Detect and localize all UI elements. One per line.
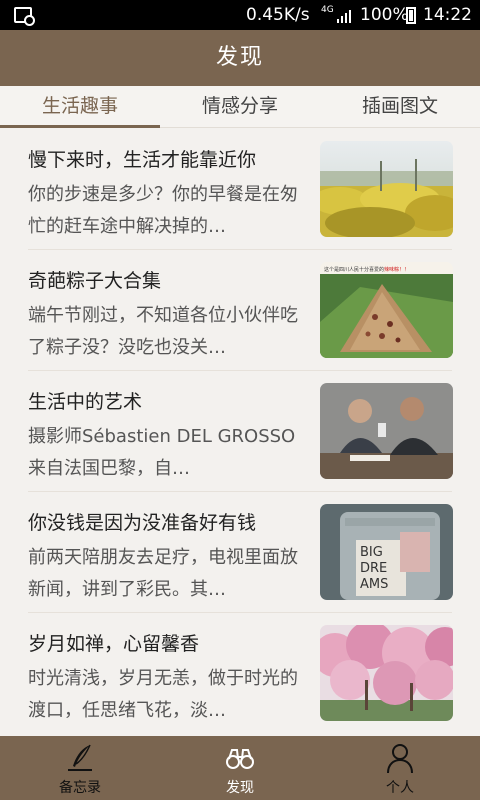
image-caption-highlight: 辣味粽！！ xyxy=(384,266,409,273)
binoculars-icon xyxy=(226,749,254,769)
article-item[interactable]: 慢下来时，生活才能靠近你 你的步速是多少？你的早餐是在匆忙的赶车途中解决掉的… xyxy=(0,129,480,250)
nav-profile[interactable]: 个人 xyxy=(320,736,480,800)
quill-icon xyxy=(68,744,92,771)
article-summary: 前两天陪朋友去足疗，电视里面放新闻，讲到了彩民。其… xyxy=(28,547,298,600)
clock: 14:22 xyxy=(423,5,472,25)
jar-label-line-1: BIG xyxy=(360,545,383,560)
svg-text:这个是四川人民十分喜爱的辣味粽！！: 这个是四川人民十分喜爱的辣味粽！！ xyxy=(324,266,409,273)
article-title: 生活中的艺术 xyxy=(28,391,143,413)
article-item[interactable]: 你没钱是因为没准备好有钱 前两天陪朋友去足疗，电视里面放新闻，讲到了彩民。其… … xyxy=(0,492,480,613)
person-icon xyxy=(387,744,413,774)
article-thumbnail: BIG DRE AMS xyxy=(320,504,453,600)
article-thumbnail: 这个是四川人民十分喜爱的辣味粽！！ xyxy=(320,262,453,358)
article-title: 慢下来时，生活才能靠近你 xyxy=(28,149,257,171)
image-caption: 这个是四川人民十分喜爱的 xyxy=(324,266,384,273)
status-bar: 0.45K/s 4G 100% 14:22 xyxy=(0,0,480,30)
nav-profile-label: 个人 xyxy=(386,780,414,796)
article-summary: 端午节刚过，不知道各位小伙伴吃了粽子没？没吃也没关… xyxy=(28,305,298,358)
article-thumbnail xyxy=(320,383,453,479)
nav-discover[interactable]: 发现 xyxy=(160,736,320,800)
signal-icon xyxy=(337,9,355,23)
article-title: 你没钱是因为没准备好有钱 xyxy=(28,512,257,534)
screenshot-notification-icon xyxy=(14,7,35,26)
article-summary: 时光清浅，岁月无恙，做于时光的渡口，任思绪飞花，淡… xyxy=(28,668,298,721)
article-title: 奇葩粽子大合集 xyxy=(28,270,162,292)
category-tabs: 生活趣事 情感分享 插画图文 xyxy=(0,86,480,128)
nav-memo[interactable]: 备忘录 xyxy=(0,736,160,800)
article-item[interactable]: 奇葩粽子大合集 端午节刚过，不知道各位小伙伴吃了粽子没？没吃也没关… 这个是四川… xyxy=(0,250,480,371)
article-thumbnail xyxy=(320,141,453,237)
battery-icon xyxy=(406,7,416,24)
network-speed: 0.45K/s xyxy=(246,5,310,25)
page-title: 发现 xyxy=(0,30,480,86)
article-item[interactable]: 生活中的艺术 摄影师Sébastien DEL GROSSO来自法国巴黎，自… xyxy=(0,371,480,492)
article-item[interactable]: 岁月如禅，心留馨香 时光清浅，岁月无恙，做于时光的渡口，任思绪飞花，淡… xyxy=(0,613,480,734)
tab-illustration[interactable]: 插画图文 xyxy=(320,86,480,128)
jar-label-line-3: AMS xyxy=(360,577,388,592)
network-type: 4G xyxy=(321,5,334,15)
tab-life-fun[interactable]: 生活趣事 xyxy=(0,86,160,128)
battery-level: 100% xyxy=(360,5,409,25)
bottom-navigation: 备忘录 发现 个人 xyxy=(0,736,480,800)
tab-emotion-share[interactable]: 情感分享 xyxy=(160,86,320,128)
article-thumbnail xyxy=(320,625,453,721)
active-tab-indicator xyxy=(0,125,160,128)
jar-label-line-2: DRE xyxy=(360,561,387,576)
nav-discover-label: 发现 xyxy=(226,780,254,796)
article-summary: 摄影师Sébastien DEL GROSSO来自法国巴黎，自… xyxy=(28,426,296,479)
article-title: 岁月如禅，心留馨香 xyxy=(28,633,200,655)
article-summary: 你的步速是多少？你的早餐是在匆忙的赶车途中解决掉的… xyxy=(28,184,298,237)
article-list: 慢下来时，生活才能靠近你 你的步速是多少？你的早餐是在匆忙的赶车途中解决掉的… … xyxy=(0,129,480,736)
nav-memo-label: 备忘录 xyxy=(59,780,101,796)
